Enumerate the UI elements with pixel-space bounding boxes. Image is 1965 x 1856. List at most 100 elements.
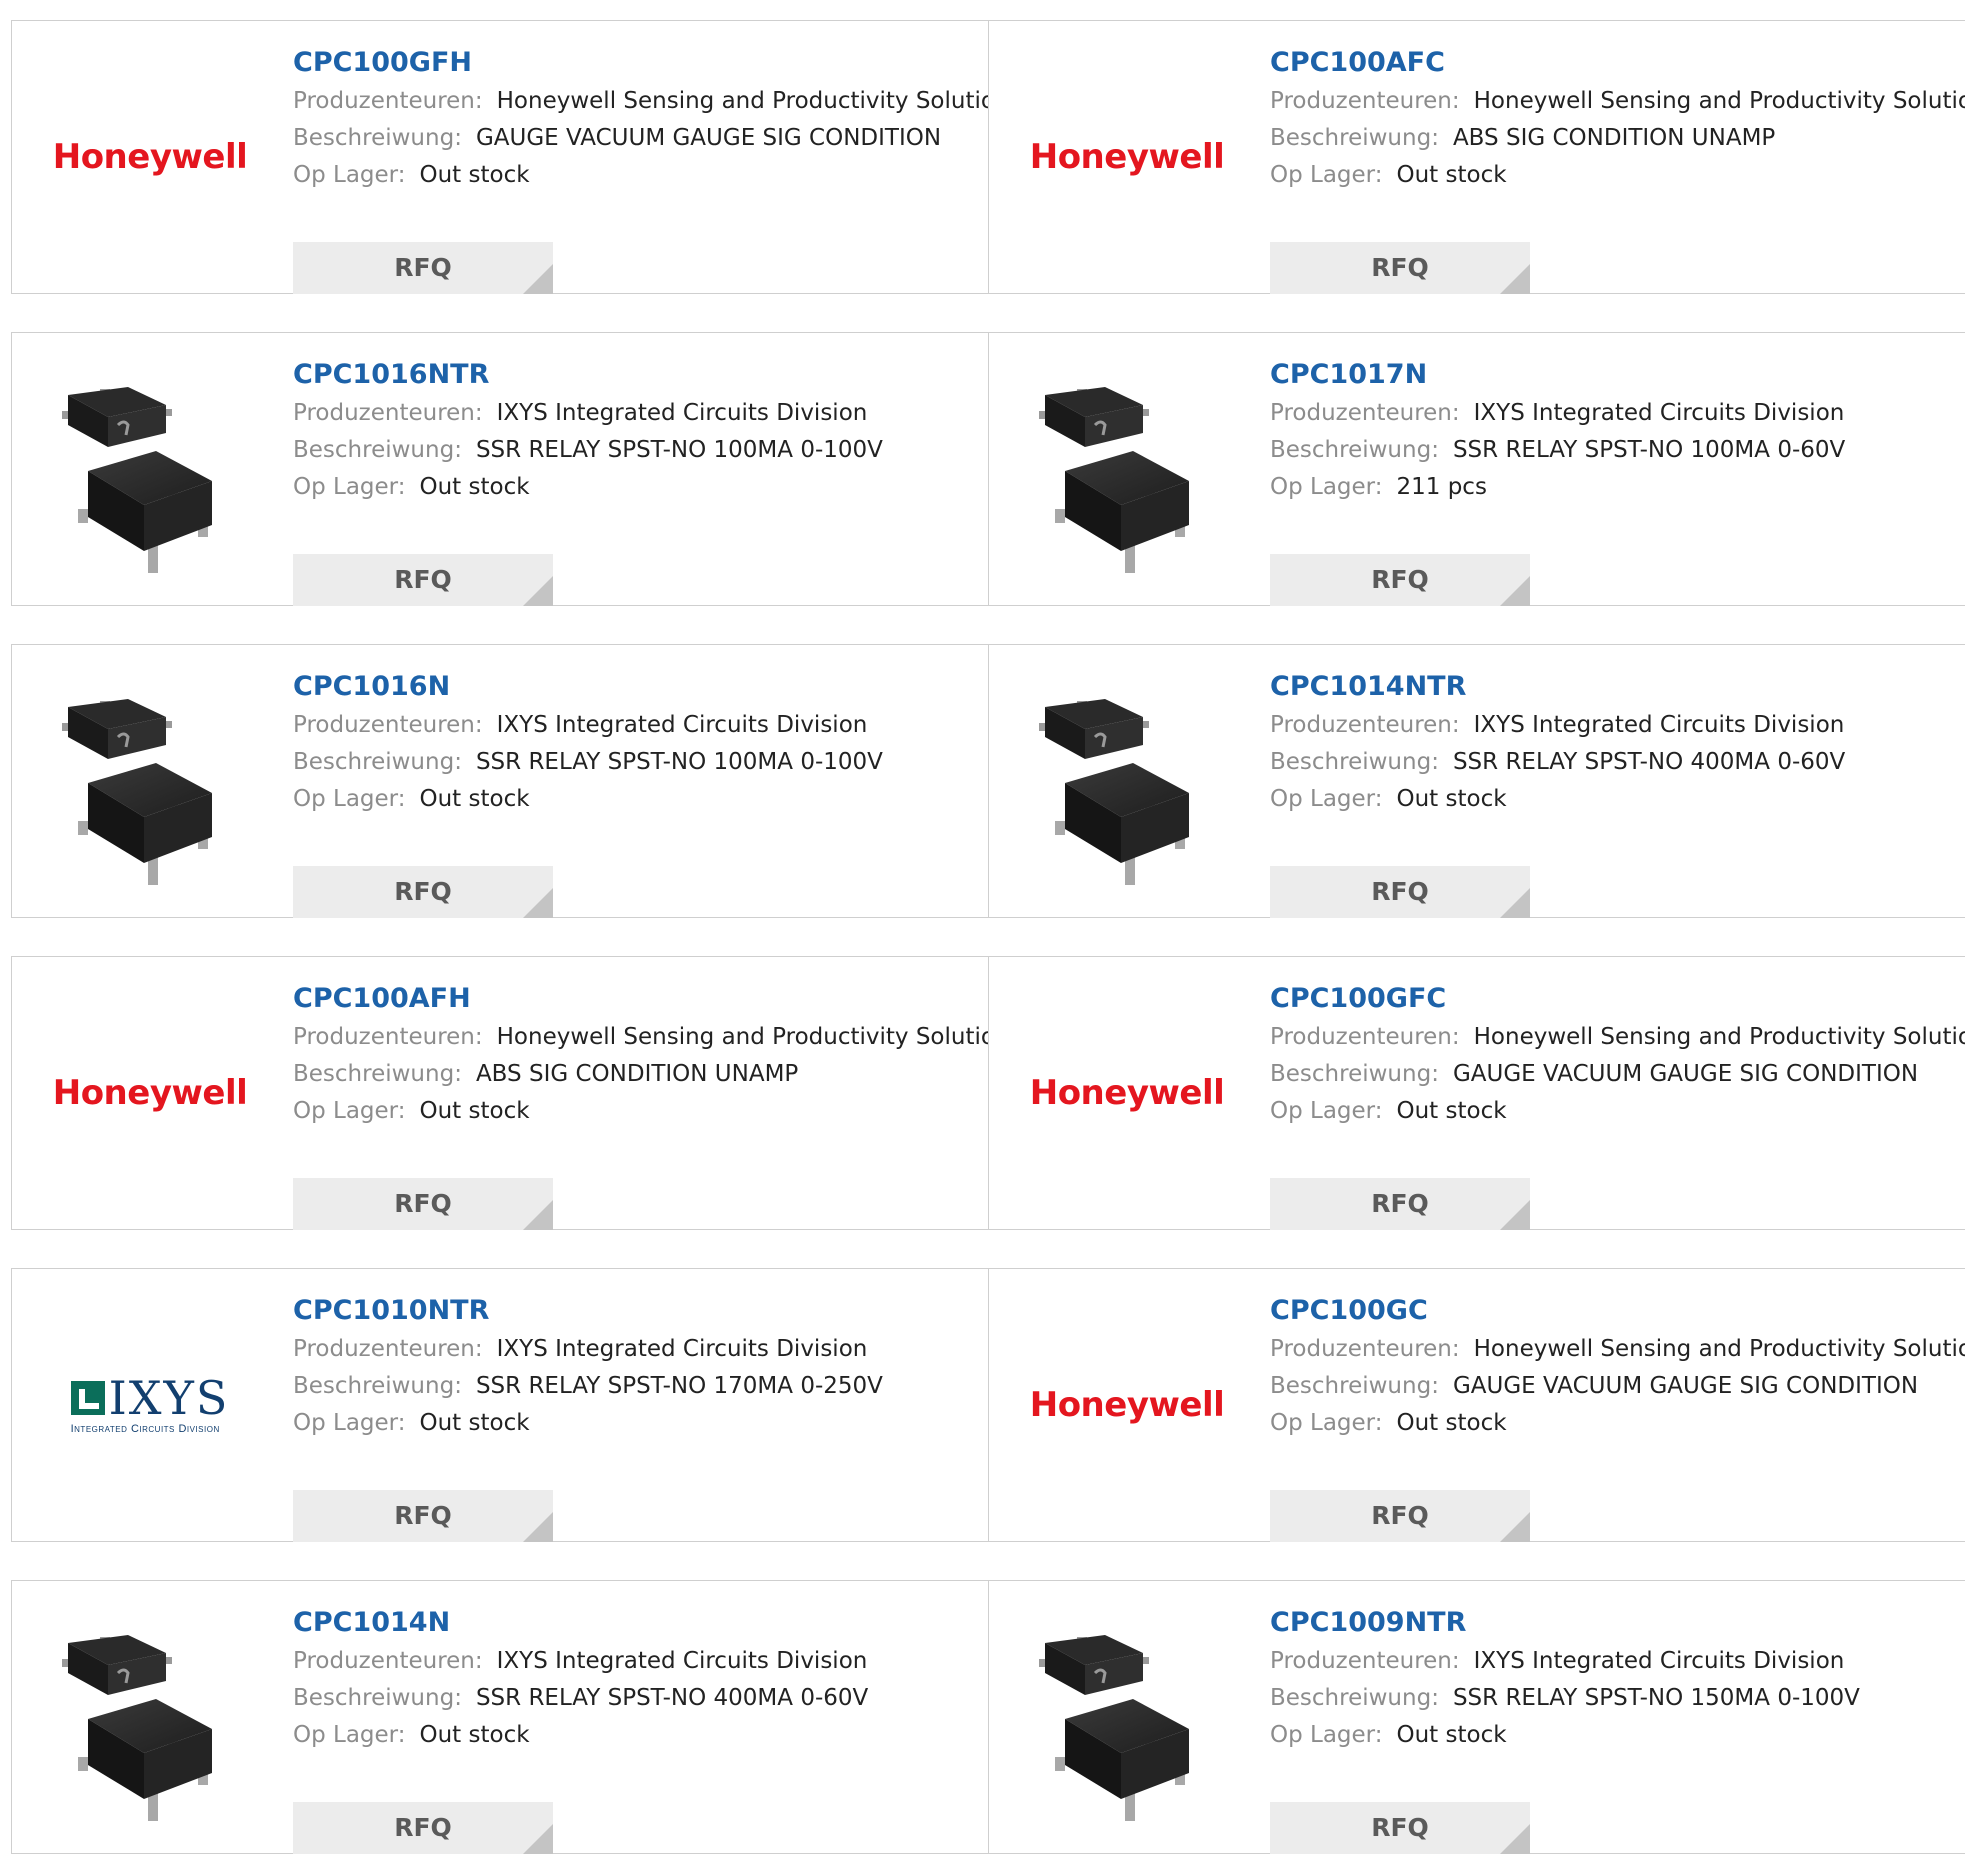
manufacturer-row: Produzenteuren: Honeywell Sensing and Pro… bbox=[1270, 1331, 1965, 1368]
manufacturer-row: Produzenteuren: Honeywell Sensing and Pro… bbox=[293, 1019, 1022, 1056]
stock-row: Op Lager: Out stock bbox=[293, 469, 988, 506]
chip-photo-icon bbox=[62, 699, 212, 885]
part-number-link[interactable]: CPC100GFC bbox=[1270, 983, 1965, 1019]
product-info: CPC1017N Produzenteuren: IXYS Integrated … bbox=[1270, 359, 1965, 606]
part-number-link[interactable]: CPC100AFC bbox=[1270, 47, 1965, 83]
rfq-button[interactable]: RFQ bbox=[293, 242, 553, 294]
part-number-link[interactable]: CPC100AFH bbox=[293, 983, 988, 1019]
product-card: CPC1009NTR Produzenteuren: IXYS Integrate… bbox=[988, 1580, 1965, 1854]
product-image[interactable] bbox=[1025, 671, 1229, 891]
product-image[interactable] bbox=[1025, 359, 1229, 579]
product-image[interactable]: Honeywell bbox=[48, 47, 252, 267]
stock-row: Op Lager: Out stock bbox=[1270, 1717, 1965, 1754]
part-number-link[interactable]: CPC1009NTR bbox=[1270, 1607, 1965, 1643]
manufacturer-row: Produzenteuren: IXYS Integrated Circuits … bbox=[293, 707, 988, 744]
rfq-label: RFQ bbox=[1371, 565, 1429, 594]
part-number-link[interactable]: CPC1010NTR bbox=[293, 1295, 988, 1331]
description-value: ABS SIG CONDITION UNAMP bbox=[475, 1061, 799, 1087]
manufacturer-value: IXYS Integrated Circuits Division bbox=[496, 1648, 868, 1674]
product-row: Honeywell CPC100GFH Produzenteuren: Honey… bbox=[11, 20, 1965, 296]
rfq-button[interactable]: RFQ bbox=[293, 866, 553, 918]
rfq-button[interactable]: RFQ bbox=[1270, 554, 1530, 606]
part-number-link[interactable]: CPC1014N bbox=[293, 1607, 988, 1643]
rfq-button[interactable]: RFQ bbox=[293, 1802, 553, 1854]
rfq-button[interactable]: RFQ bbox=[1270, 1178, 1530, 1230]
stock-row: Op Lager: Out stock bbox=[1270, 1093, 1965, 1130]
honeywell-logo: Honeywell bbox=[52, 137, 248, 177]
manufacturer-row: Produzenteuren: Honeywell Sensing and Pro… bbox=[1270, 1019, 1965, 1056]
product-info: CPC100GFH Produzenteuren: Honeywell Sensi… bbox=[293, 47, 1022, 294]
rfq-label: RFQ bbox=[394, 1189, 452, 1218]
description-row: Beschreiwung: SSR RELAY SPST-NO 100MA 0-1… bbox=[293, 744, 988, 781]
rfq-button[interactable]: RFQ bbox=[293, 554, 553, 606]
chip-photo-icon bbox=[62, 387, 212, 573]
stock-value: Out stock bbox=[1396, 786, 1507, 812]
manufacturer-label: Produzenteuren: bbox=[293, 712, 483, 738]
stock-value: Out stock bbox=[419, 1410, 530, 1436]
rfq-button[interactable]: RFQ bbox=[1270, 866, 1530, 918]
manufacturer-value: IXYS Integrated Circuits Division bbox=[496, 400, 868, 426]
product-card: CPC1014NTR Produzenteuren: IXYS Integrate… bbox=[988, 644, 1965, 918]
rfq-button[interactable]: RFQ bbox=[1270, 242, 1530, 294]
rfq-label: RFQ bbox=[1371, 1189, 1429, 1218]
description-label: Beschreiwung: bbox=[293, 1373, 462, 1399]
rfq-label: RFQ bbox=[394, 253, 452, 282]
manufacturer-value: IXYS Integrated Circuits Division bbox=[496, 1336, 868, 1362]
rfq-button[interactable]: RFQ bbox=[1270, 1802, 1530, 1854]
description-label: Beschreiwung: bbox=[1270, 1373, 1439, 1399]
product-row: CPC1014N Produzenteuren: IXYS Integrated … bbox=[11, 1580, 1965, 1856]
product-image[interactable] bbox=[48, 1607, 252, 1827]
part-number-link[interactable]: CPC1016N bbox=[293, 671, 988, 707]
manufacturer-label: Produzenteuren: bbox=[1270, 1336, 1460, 1362]
description-value: ABS SIG CONDITION UNAMP bbox=[1452, 125, 1776, 151]
description-value: SSR RELAY SPST-NO 150MA 0-100V bbox=[1452, 1685, 1860, 1711]
product-image[interactable]: Honeywell bbox=[1025, 983, 1229, 1203]
description-label: Beschreiwung: bbox=[1270, 437, 1439, 463]
part-number-link[interactable]: CPC100GFH bbox=[293, 47, 988, 83]
manufacturer-row: Produzenteuren: IXYS Integrated Circuits … bbox=[1270, 707, 1965, 744]
manufacturer-value: Honeywell Sensing and Productivity Solut… bbox=[1473, 88, 1965, 114]
product-card: Honeywell CPC100AFC Produzenteuren: Honey… bbox=[988, 20, 1965, 294]
manufacturer-value: Honeywell Sensing and Productivity Solut… bbox=[1473, 1024, 1965, 1050]
stock-row: Op Lager: Out stock bbox=[1270, 1405, 1965, 1442]
stock-row: Op Lager: Out stock bbox=[293, 157, 988, 194]
manufacturer-label: Produzenteuren: bbox=[293, 1024, 483, 1050]
rfq-label: RFQ bbox=[394, 1813, 452, 1842]
product-row: Honeywell CPC100AFH Produzenteuren: Honey… bbox=[11, 956, 1965, 1232]
rfq-button[interactable]: RFQ bbox=[1270, 1490, 1530, 1542]
product-image[interactable] bbox=[48, 359, 252, 579]
product-image[interactable]: IXYS Integrated Circuits Division bbox=[48, 1295, 252, 1515]
product-image[interactable] bbox=[48, 671, 252, 891]
product-image[interactable]: Honeywell bbox=[48, 983, 252, 1203]
honeywell-logo: Honeywell bbox=[1029, 1073, 1225, 1113]
part-number-link[interactable]: CPC1016NTR bbox=[293, 359, 988, 395]
product-image[interactable] bbox=[1025, 1607, 1229, 1827]
stock-value: 211 pcs bbox=[1396, 474, 1487, 500]
part-number-link[interactable]: CPC1014NTR bbox=[1270, 671, 1965, 707]
rfq-button[interactable]: RFQ bbox=[293, 1490, 553, 1542]
corner-triangle-icon bbox=[523, 1512, 553, 1542]
corner-triangle-icon bbox=[523, 1824, 553, 1854]
description-label: Beschreiwung: bbox=[293, 1685, 462, 1711]
manufacturer-value: Honeywell Sensing and Productivity Solut… bbox=[496, 88, 1022, 114]
part-number-link[interactable]: CPC100GC bbox=[1270, 1295, 1965, 1331]
description-value: SSR RELAY SPST-NO 100MA 0-100V bbox=[475, 437, 883, 463]
product-image[interactable]: Honeywell bbox=[1025, 47, 1229, 267]
part-number-link[interactable]: CPC1017N bbox=[1270, 359, 1965, 395]
manufacturer-label: Produzenteuren: bbox=[293, 1336, 483, 1362]
manufacturer-row: Produzenteuren: Honeywell Sensing and Pro… bbox=[293, 83, 1022, 120]
corner-triangle-icon bbox=[1500, 1512, 1530, 1542]
corner-triangle-icon bbox=[1500, 576, 1530, 606]
product-image[interactable]: Honeywell bbox=[1025, 1295, 1229, 1515]
rfq-button[interactable]: RFQ bbox=[293, 1178, 553, 1230]
chip-photo-icon bbox=[1039, 699, 1189, 885]
product-info: CPC1009NTR Produzenteuren: IXYS Integrate… bbox=[1270, 1607, 1965, 1854]
manufacturer-label: Produzenteuren: bbox=[1270, 1648, 1460, 1674]
stock-label: Op Lager: bbox=[1270, 474, 1383, 500]
stock-label: Op Lager: bbox=[1270, 1722, 1383, 1748]
product-card: CPC1016N Produzenteuren: IXYS Integrated … bbox=[11, 644, 989, 918]
product-info: CPC1014N Produzenteuren: IXYS Integrated … bbox=[293, 1607, 988, 1854]
product-info: CPC100AFH Produzenteuren: Honeywell Sensi… bbox=[293, 983, 1022, 1230]
stock-label: Op Lager: bbox=[293, 1098, 406, 1124]
product-info: CPC100GFC Produzenteuren: Honeywell Sensi… bbox=[1270, 983, 1965, 1230]
